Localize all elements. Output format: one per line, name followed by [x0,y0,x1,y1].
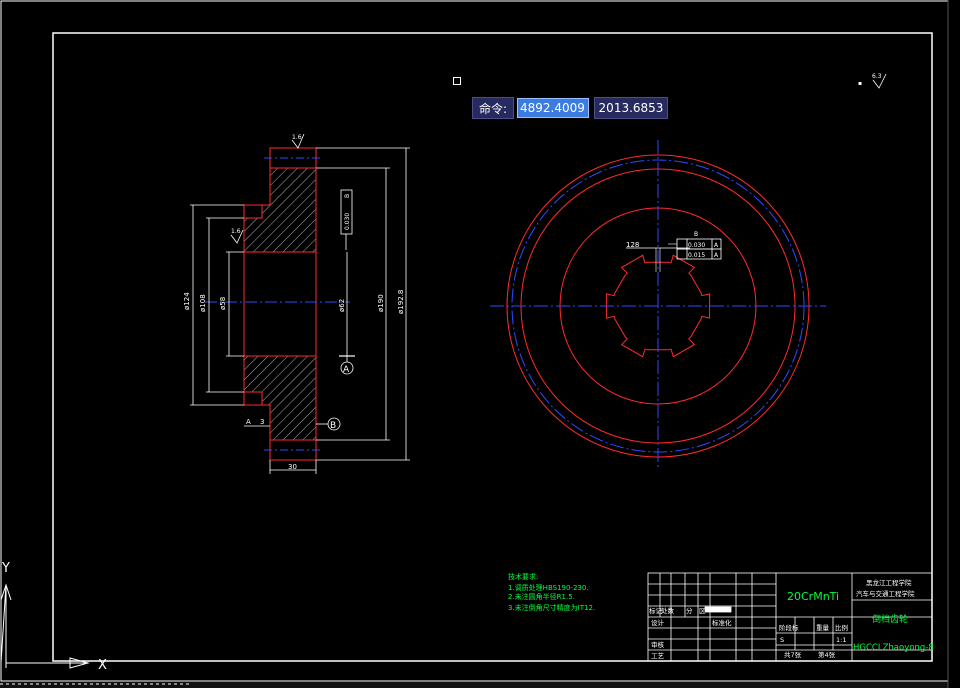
ucs-y-label: Y [1,561,10,576]
svg-text:B: B [694,231,698,238]
coordinate-x-input[interactable]: 4892.4009 [517,98,589,118]
pickbox-cursor [453,77,461,85]
svg-text:分: 分 [686,606,693,615]
svg-text:处数: 处数 [661,606,675,615]
svg-text:▪: ▪ [858,80,862,87]
svg-text:0.030: 0.030 [344,213,351,230]
svg-text:区: 区 [699,607,706,615]
svg-text:黑龙江工程学院: 黑龙江工程学院 [866,578,912,587]
svg-text:20CrMnTi: 20CrMnTi [787,590,839,603]
section-view: ø124 ø108 ø58 ø62 ø190 ø192.8 30 A 3 1.6… [183,133,410,474]
svg-text:ø108: ø108 [199,294,207,312]
svg-text:ø58: ø58 [219,297,227,310]
svg-text:S: S [780,636,784,644]
svg-text:ø62: ø62 [338,299,346,312]
front-view: 128 B 0.030 A 0.015 A [490,140,826,470]
technical-requirements: 技术要求: 1.调质处理HBS190-230. 2.未注圆角半径R1.5. 3.… [508,572,595,612]
title-block-text: 20CrMnTi 黑龙江工程学院 汽车与交通工程学院 倒档齿轮 HGCCLZha… [649,578,934,660]
drawing-frame [52,32,933,662]
coordinate-y-input[interactable]: 2013.6853 [594,97,668,119]
svg-text:1.6: 1.6 [292,134,302,141]
svg-text:0.015: 0.015 [688,252,705,259]
ucs-x-label: X [98,658,107,673]
svg-text:B: B [344,194,351,198]
svg-text:1.调质处理HBS190-230.: 1.调质处理HBS190-230. [508,583,589,592]
svg-text:3.未注倒角尺寸精度为IT12.: 3.未注倒角尺寸精度为IT12. [508,603,595,612]
svg-text:6.3: 6.3 [872,73,882,80]
svg-text:0.030: 0.030 [688,242,705,249]
svg-text:第4张: 第4张 [818,650,836,659]
svg-text:1.6: 1.6 [231,228,241,235]
horizontal-scrollbar[interactable] [0,682,948,688]
svg-text:标准化: 标准化 [712,618,732,627]
command-label: 命令: [472,97,514,119]
svg-text:B: B [330,421,336,431]
svg-text:ø192.8: ø192.8 [397,290,405,314]
svg-text:A: A [714,242,719,249]
svg-text:比例: 比例 [835,623,848,632]
svg-text:ø124: ø124 [183,292,191,310]
svg-text:重量: 重量 [816,624,830,632]
svg-text:倒档齿轮: 倒档齿轮 [872,613,908,625]
svg-text:128: 128 [626,241,639,249]
svg-text:ø190: ø190 [377,294,385,312]
svg-text:汽车与交通工程学院: 汽车与交通工程学院 [856,589,915,598]
svg-text:3: 3 [260,418,264,426]
svg-text:设计: 设计 [651,618,665,627]
ucs-icon [0,583,90,669]
roughness-note: ▪ 6.3 [858,73,887,89]
svg-text:阶段标: 阶段标 [779,623,799,632]
svg-text:A: A [246,418,251,426]
svg-text:审核: 审核 [651,640,665,649]
svg-text:A: A [343,365,350,375]
svg-text:1:1: 1:1 [836,636,846,644]
svg-text:30: 30 [288,463,297,471]
svg-text:共7张: 共7张 [784,650,802,659]
svg-text:工艺: 工艺 [651,652,665,660]
svg-text:A: A [714,252,719,259]
svg-text:2.未注圆角半径R1.5.: 2.未注圆角半径R1.5. [508,592,575,601]
svg-text:HGCCLZhaoyong-8: HGCCLZhaoyong-8 [853,643,934,653]
svg-text:技术要求:: 技术要求: [508,572,538,581]
